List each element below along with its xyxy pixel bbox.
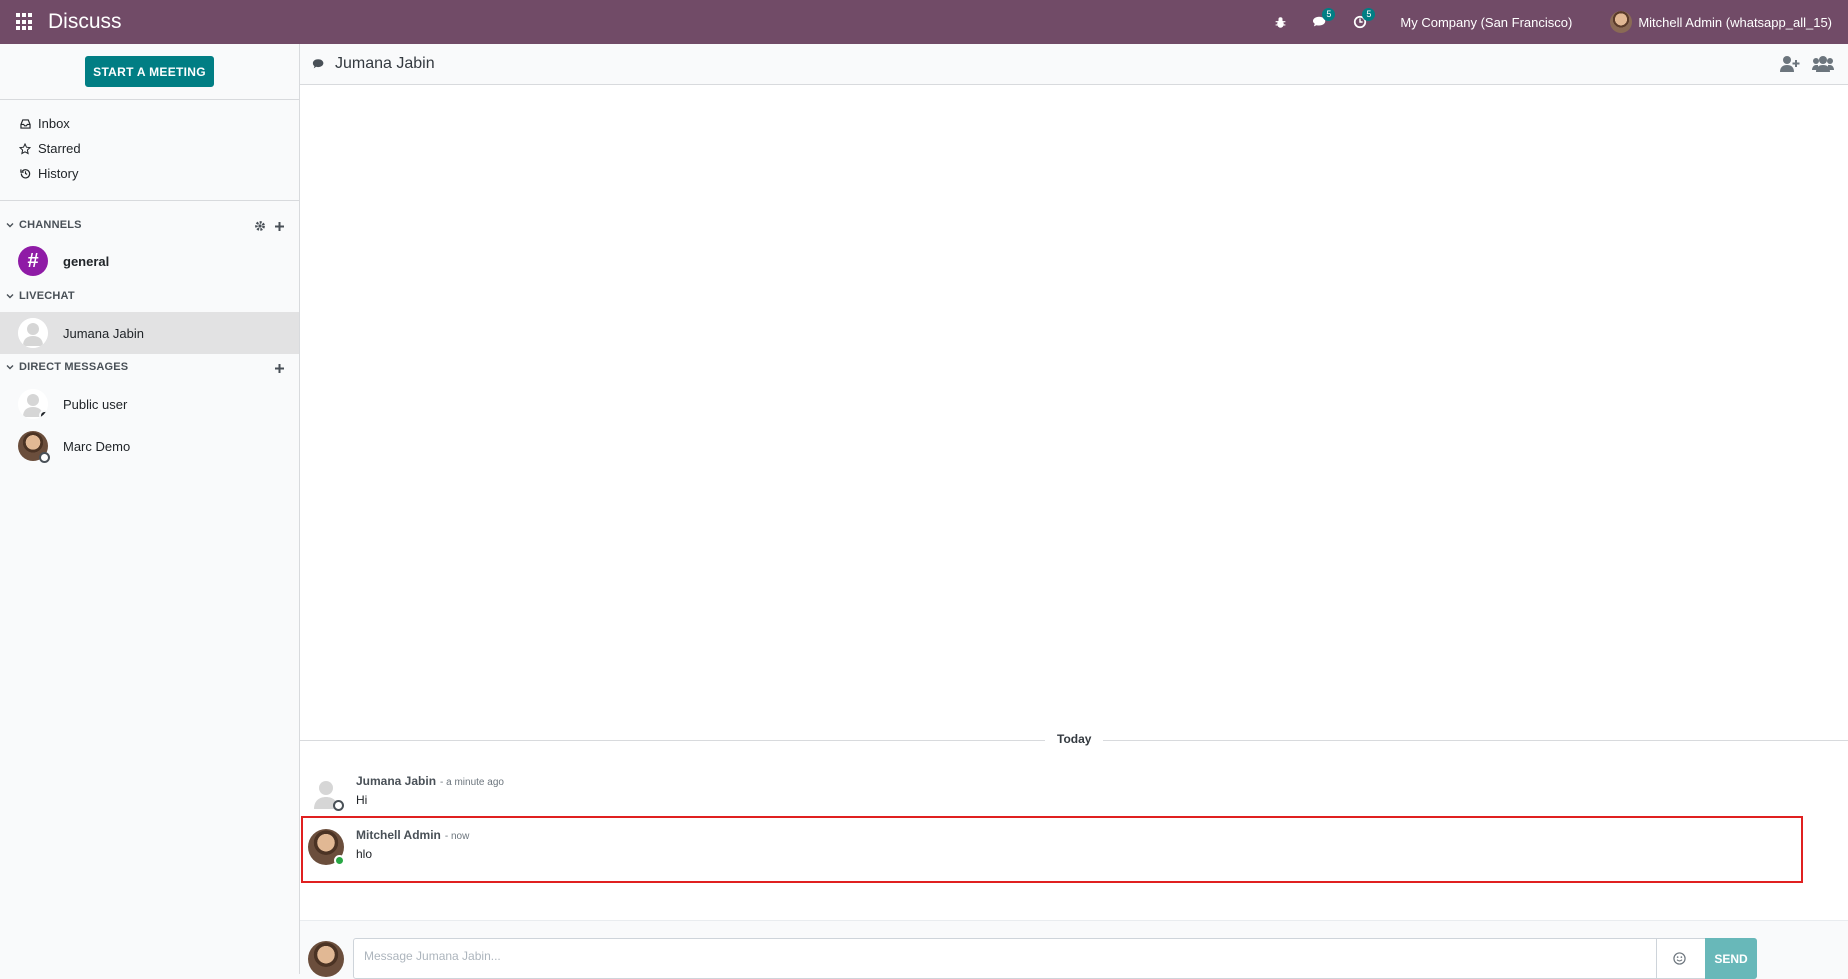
send-button[interactable]: SEND [1705,938,1757,979]
activities-badge: 5 [1362,8,1376,21]
offline-status-icon [39,452,50,463]
user-name: Mitchell Admin (whatsapp_all_15) [1638,14,1832,30]
members-list-icon[interactable] [1812,55,1834,76]
activities-clock-icon[interactable]: 5 [1346,0,1376,44]
user-menu[interactable]: Mitchell Admin (whatsapp_all_15) [1610,11,1832,33]
default-user-avatar [18,318,48,348]
chevron-down-icon [6,294,14,299]
user-photo-avatar [18,431,50,463]
channel-hash-icon: # [18,246,48,276]
thread-title: Jumana Jabin [335,55,435,72]
start-meeting-button[interactable]: START A MEETING [85,56,214,87]
star-icon [18,142,32,155]
inbox-icon [18,118,32,129]
message-body: Hi [356,793,368,807]
message: Jumana Jabin - a minute ago Hi [300,768,1848,816]
offline-status-icon [333,800,344,811]
direct-label: Marc Demo [63,438,131,454]
composer-user-avatar [308,941,344,977]
livechat-comments-icon [312,59,324,69]
livechat-label: Jumana Jabin [63,325,144,341]
channel-item-general[interactable]: # general [0,240,299,282]
user-avatar [1610,11,1633,33]
composer-box: SEND [353,938,1757,979]
sidebar-item-label: History [38,166,79,181]
top-navbar: Discuss 5 5 My Company (San Francisco) M… [0,0,1848,44]
direct-messages-header: DIRECT MESSAGES [19,361,129,373]
sidebar-item-label: Starred [38,141,81,156]
direct-label: Public user [63,396,128,412]
default-user-avatar [18,389,48,419]
sidebar-item-history[interactable]: History [18,166,78,181]
default-user-avatar[interactable] [308,775,344,811]
message-input[interactable] [364,949,1544,963]
chevron-down-icon [6,365,14,370]
apps-menu-icon[interactable] [16,13,34,31]
message-author[interactable]: Jumana Jabin - a minute ago [356,774,504,788]
history-icon [18,168,32,179]
company-switcher[interactable]: My Company (San Francisco) [1400,15,1572,30]
livechat-category-toggle[interactable]: LIVECHAT [6,290,75,302]
composer: SEND [300,920,1848,979]
sidebar-item-starred[interactable]: Starred [18,141,81,156]
sidebar-item-inbox[interactable]: Inbox [18,116,70,131]
debug-bug-icon[interactable] [1266,0,1294,44]
thread-header: Jumana Jabin [300,44,1848,85]
channel-label: general [63,253,110,269]
emoji-smile-icon[interactable] [1656,939,1702,978]
livechat-header: LIVECHAT [19,290,75,302]
add-channel-plus-icon[interactable] [274,219,285,235]
message-date: - a minute ago [440,777,504,788]
highlight-box [301,816,1803,883]
livechat-item-jumana-jabin[interactable]: Jumana Jabin [0,312,299,354]
sidebar-divider [0,99,300,100]
unknown-status-icon [39,410,48,419]
add-direct-message-plus-icon[interactable] [274,361,285,377]
direct-messages-category-toggle[interactable]: DIRECT MESSAGES [6,361,128,373]
sidebar-item-label: Inbox [38,116,70,131]
app-name[interactable]: Discuss [48,10,122,34]
sidebar-divider [0,200,300,201]
messages-icon[interactable]: 5 [1306,0,1336,44]
discuss-sidebar: START A MEETING Inbox Starred History CH… [0,44,300,974]
channels-header: CHANNELS [19,219,82,231]
chevron-down-icon [6,223,14,228]
thread-view: Jumana Jabin Today Jumana Jabin - a minut… [300,44,1848,979]
channel-settings-gear-icon[interactable] [254,219,266,235]
direct-item-marc-demo[interactable]: Marc Demo [0,425,299,467]
direct-item-public-user[interactable]: Public user [0,383,299,425]
day-separator-label: Today [1045,732,1104,746]
channels-category-toggle[interactable]: CHANNELS [6,219,82,231]
messages-badge: 5 [1322,8,1336,21]
add-user-icon[interactable] [1780,55,1800,76]
